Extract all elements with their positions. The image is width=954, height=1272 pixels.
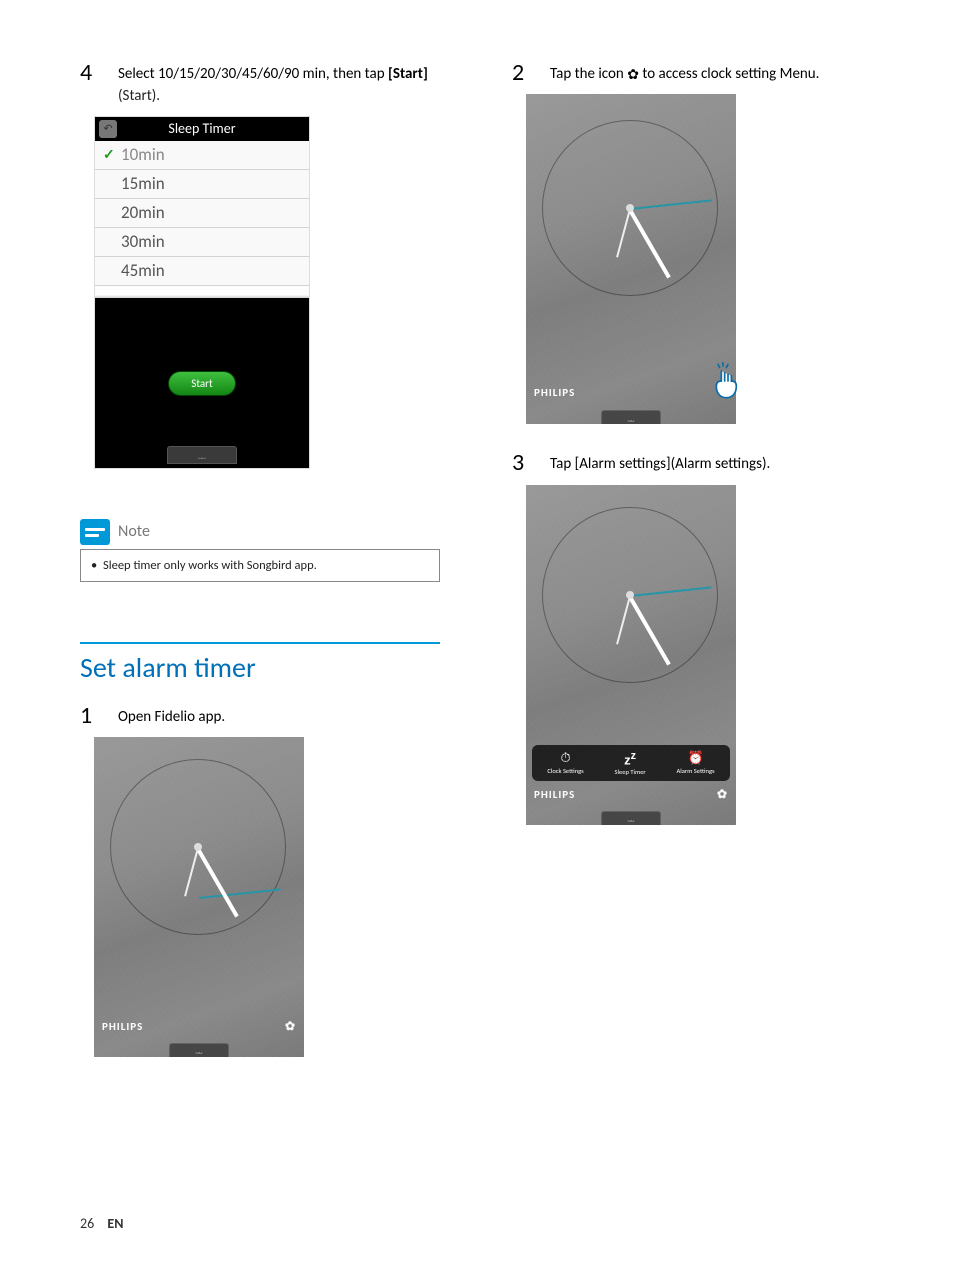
brand-label: PHILIPS: [102, 1020, 143, 1033]
section-divider: [80, 642, 440, 644]
screenshot-clock-menu: ⏱ Clock Settings zz Sleep Timer ⏰ Alarm …: [526, 485, 736, 825]
page-footer: 26 EN: [80, 1215, 123, 1232]
note-label: Note: [118, 522, 150, 541]
step-1: 1 Open Fidelio app.: [80, 703, 452, 729]
tray-icon: ⎵⎵: [169, 1043, 229, 1057]
step-text: Select 10/15/20/30/45/60/90 min, then ta…: [118, 60, 452, 108]
step4-bold: [Start]: [388, 65, 428, 83]
brand-label: PHILIPS: [534, 788, 575, 801]
gear-icon: ✿: [627, 66, 639, 83]
timer-row-15[interactable]: 15min: [95, 170, 309, 199]
timer-row-30[interactable]: 30min: [95, 228, 309, 257]
step-2: 2 Tap the icon ✿ to access clock setting…: [512, 60, 884, 86]
alarm-settings-icon: ⏰: [687, 752, 703, 765]
tap-hand-icon: [706, 361, 740, 406]
step-3: 3 Tap [Alarm settings](Alarm settings).: [512, 450, 884, 476]
menu-sleep-timer[interactable]: zz Sleep Timer: [615, 751, 646, 776]
screenshot-sleep-timer: ↶ Sleep Timer 10min 15min 20min 30min 45…: [94, 116, 310, 469]
step-number: 2: [512, 60, 536, 86]
sleep-header: ↶ Sleep Timer: [95, 117, 309, 141]
note-icon: [80, 519, 110, 545]
step-number: 1: [80, 703, 104, 729]
screenshot-clock-app: PHILIPS ✿ ⎵⎵: [94, 737, 304, 1057]
step2-pre: Tap the icon: [550, 65, 627, 83]
step-text: Tap [Alarm settings](Alarm settings).: [550, 450, 770, 476]
note-body: Sleep timer only works with Songbird app…: [80, 549, 440, 582]
brand-label: PHILIPS: [534, 386, 575, 399]
step4-paren: (Start).: [118, 87, 160, 105]
start-button[interactable]: Start: [168, 371, 235, 396]
clock-settings-icon: ⏱: [560, 752, 570, 765]
note-box: Note Sleep timer only works with Songbir…: [80, 519, 440, 582]
step4-line: Select 10/15/20/30/45/60/90 min, then ta…: [118, 65, 388, 83]
sleep-lower: Start ⎵⎵: [95, 298, 309, 468]
menu-label: Sleep Timer: [615, 768, 646, 776]
menu-label: Alarm Settings: [677, 767, 715, 775]
step-text: Open Fidelio app.: [118, 703, 225, 729]
timer-row-20[interactable]: 20min: [95, 199, 309, 228]
menu-alarm-settings[interactable]: ⏰ Alarm Settings: [677, 752, 715, 775]
settings-menu: ⏱ Clock Settings zz Sleep Timer ⏰ Alarm …: [532, 745, 730, 781]
page-lang: EN: [107, 1215, 123, 1232]
timer-row-10[interactable]: 10min: [95, 141, 309, 170]
sleep-icon: zz: [624, 751, 636, 766]
step-4: 4 Select 10/15/20/30/45/60/90 min, then …: [80, 60, 452, 108]
tray-icon: ⎵⎵: [601, 410, 661, 424]
tray-icon: ⎵⎵: [167, 446, 237, 464]
menu-label: Clock Settings: [547, 767, 583, 775]
gear-icon[interactable]: ✿: [717, 787, 728, 802]
timer-row-45[interactable]: 45min: [95, 257, 309, 286]
step-number: 3: [512, 450, 536, 476]
sleep-title: Sleep Timer: [168, 120, 235, 137]
tray-icon: ⎵⎵: [601, 811, 661, 825]
step-text: Tap the icon ✿ to access clock setting M…: [550, 60, 819, 86]
gear-icon[interactable]: ✿: [285, 1019, 296, 1034]
menu-clock-settings[interactable]: ⏱ Clock Settings: [547, 752, 583, 775]
back-icon[interactable]: ↶: [99, 120, 117, 138]
timer-list: 10min 15min 20min 30min 45min: [95, 141, 309, 298]
step-number: 4: [80, 60, 104, 108]
timer-row-fade: [95, 286, 309, 298]
screenshot-clock-plain: PHILIPS ⎵⎵: [526, 94, 736, 424]
step2-post: to access clock setting Menu.: [639, 65, 820, 83]
section-title: Set alarm timer: [80, 650, 452, 685]
page-number: 26: [80, 1215, 94, 1232]
